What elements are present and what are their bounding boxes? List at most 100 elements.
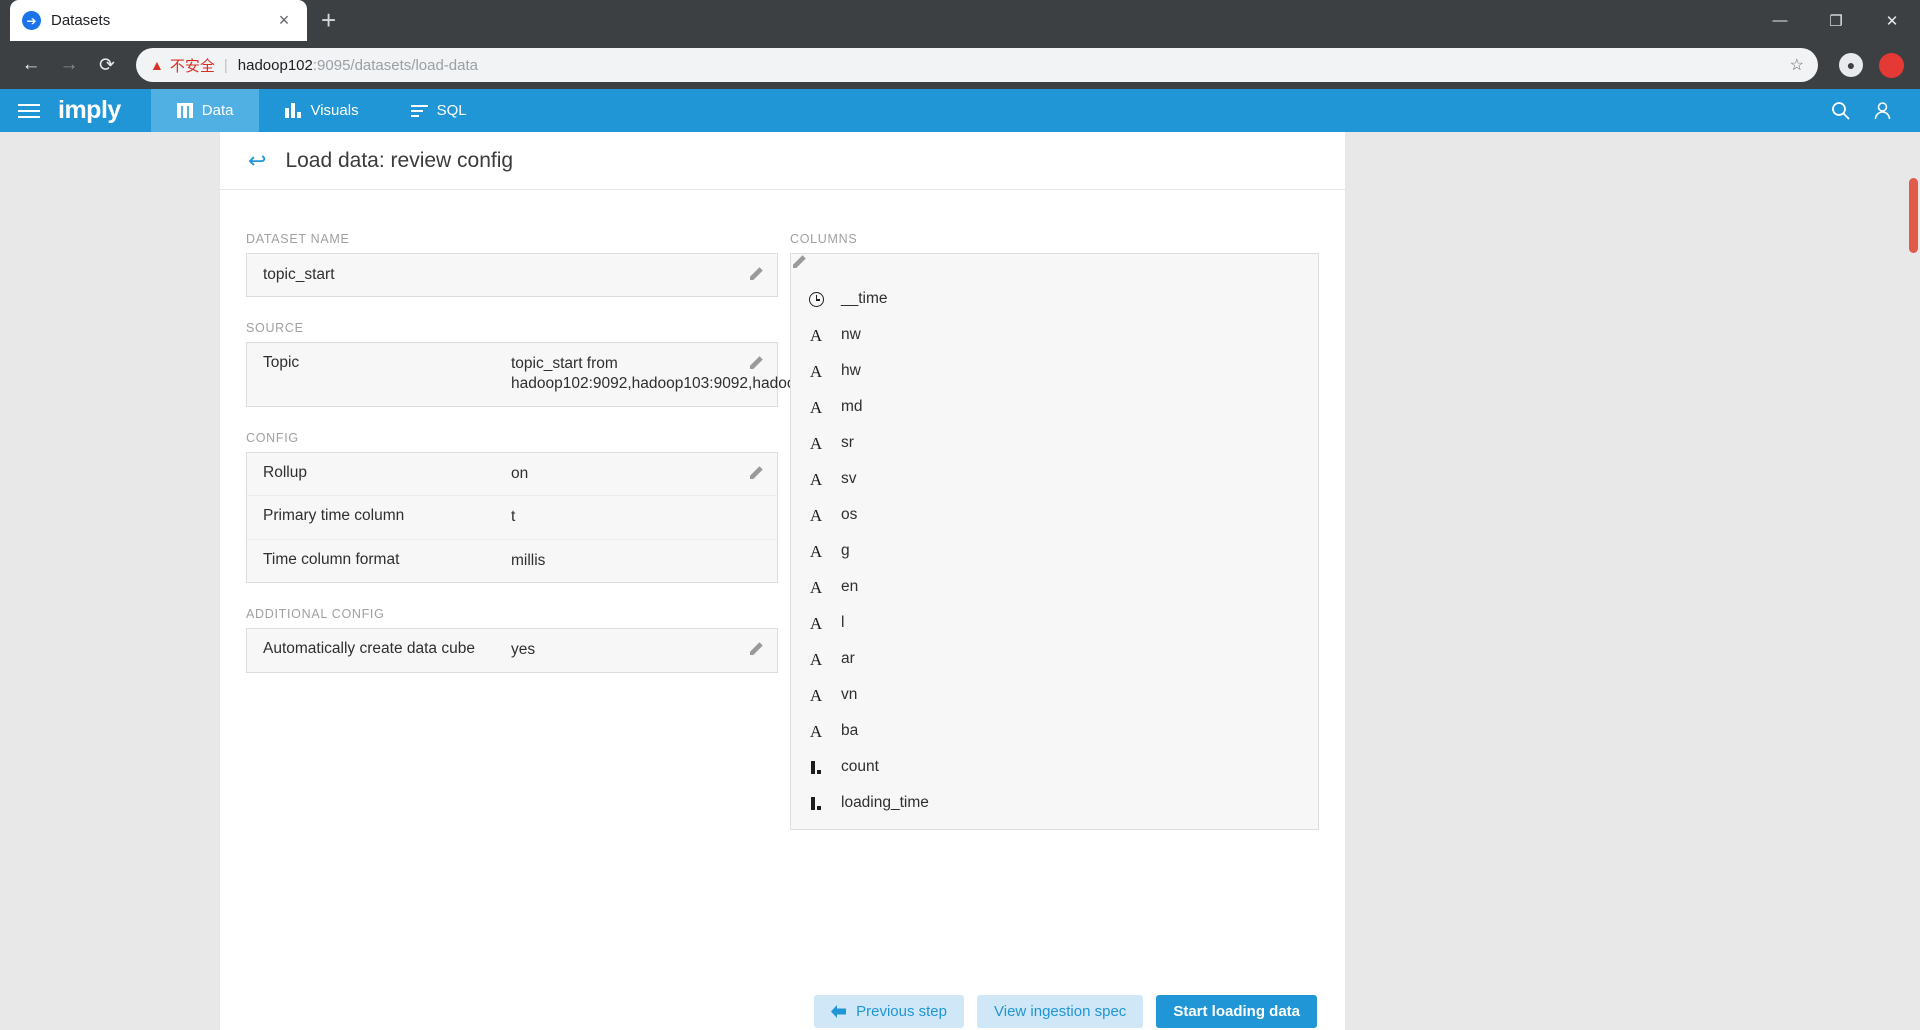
card-body: DATASET NAME topic_start SOURCE Topic to… xyxy=(220,190,1345,830)
account-icon[interactable] xyxy=(1864,93,1900,129)
column-name: hw xyxy=(841,362,861,379)
pencil-icon[interactable] xyxy=(748,465,764,481)
new-tab-button[interactable]: + xyxy=(321,7,336,41)
string-type-icon: A xyxy=(809,721,823,741)
back-button[interactable]: ← xyxy=(12,46,50,84)
clock-icon xyxy=(807,291,825,307)
dataset-name-label: DATASET NAME xyxy=(246,232,350,246)
column-name: __time xyxy=(841,290,888,307)
string-type-icon: A xyxy=(809,505,823,525)
column-name: g xyxy=(841,542,850,559)
column-row[interactable]: Anw xyxy=(791,317,1318,353)
tab-title: Datasets xyxy=(51,12,111,29)
page-scrollbar[interactable] xyxy=(1906,132,1920,1030)
person-icon: ● xyxy=(1839,53,1863,77)
back-arrow-icon[interactable]: ↩ xyxy=(248,149,266,172)
address-bar[interactable]: ▲ 不安全 | hadoop102:9095/datasets/load-dat… xyxy=(136,48,1818,82)
column-row[interactable]: loading_time xyxy=(791,785,1318,821)
nav-item-visuals[interactable]: Visuals xyxy=(259,89,384,132)
additional-config-row-value: yes xyxy=(511,641,536,659)
nav-item-sql[interactable]: SQL xyxy=(385,89,493,132)
nav-item-visuals-label: Visuals xyxy=(310,102,359,119)
column-row[interactable]: Al xyxy=(791,605,1318,641)
hamburger-icon[interactable] xyxy=(0,103,58,118)
additional-config-row: Automatically create data cube yes xyxy=(247,629,777,671)
config-row: Time column format millis xyxy=(247,538,777,582)
config-row-value: on xyxy=(511,464,529,482)
string-type-icon: A xyxy=(809,325,823,345)
arrow-left-icon xyxy=(831,1005,847,1018)
profile-button[interactable]: ● xyxy=(1834,48,1868,82)
pencil-icon[interactable] xyxy=(748,641,764,657)
start-loading-data-label: Start loading data xyxy=(1173,1003,1300,1020)
column-name: count xyxy=(841,758,879,775)
bookmark-star-icon[interactable]: ☆ xyxy=(1790,55,1804,75)
column-row[interactable]: Aen xyxy=(791,569,1318,605)
card-header: ↩ Load data: review config xyxy=(220,132,1345,190)
nav-item-sql-label: SQL xyxy=(436,102,467,119)
column-name: vn xyxy=(841,686,858,703)
browser-toolbar: ← → ⟳ ▲ 不安全 | hadoop102:9095/datasets/lo… xyxy=(0,41,1920,89)
column-row[interactable]: Asr xyxy=(791,425,1318,461)
column-name: sv xyxy=(841,470,857,487)
column-row[interactable]: Aba xyxy=(791,713,1318,749)
app-brand-logo: imply xyxy=(58,96,121,124)
column-name: sr xyxy=(841,434,854,451)
column-row[interactable]: Aar xyxy=(791,641,1318,677)
column-row[interactable]: __time xyxy=(791,281,1318,317)
pencil-icon[interactable] xyxy=(748,355,764,371)
not-secure-label: 不安全 xyxy=(169,57,215,75)
nav-item-data[interactable]: Data xyxy=(150,89,260,132)
window-close-button[interactable]: ✕ xyxy=(1864,0,1920,41)
pencil-icon[interactable] xyxy=(791,255,807,274)
address-separator: | xyxy=(223,56,228,74)
column-name: nw xyxy=(841,326,861,343)
view-ingestion-spec-label: View ingestion spec xyxy=(994,1003,1127,1020)
string-type-icon: A xyxy=(809,433,823,453)
tab-close-icon[interactable]: × xyxy=(273,10,295,31)
column-row[interactable]: Amd xyxy=(791,389,1318,425)
table-icon xyxy=(176,103,193,118)
load-data-card: ↩ Load data: review config DATASET NAME … xyxy=(220,132,1345,977)
bar-chart-icon xyxy=(285,103,302,118)
string-type-icon: A xyxy=(809,397,823,417)
column-row[interactable]: Aos xyxy=(791,497,1318,533)
forward-button[interactable]: → xyxy=(50,46,88,84)
extension-button[interactable] xyxy=(1874,48,1908,82)
view-ingestion-spec-button[interactable]: View ingestion spec xyxy=(977,995,1144,1028)
search-icon[interactable] xyxy=(1822,93,1858,129)
column-row[interactable]: count xyxy=(791,749,1318,785)
page-title: Load data: review config xyxy=(285,148,514,172)
column-name: ba xyxy=(841,722,859,739)
window-minimize-button[interactable]: — xyxy=(1752,0,1808,41)
columns-label: COLUMNS xyxy=(790,232,858,246)
config-label: CONFIG xyxy=(246,430,299,445)
address-url-host: hadoop102 xyxy=(237,56,313,74)
app-bar-actions xyxy=(1822,93,1920,129)
address-url-path: :9095/datasets/load-data xyxy=(312,56,478,74)
previous-step-button[interactable]: Previous step xyxy=(814,995,964,1028)
column-row[interactable]: Ag xyxy=(791,533,1318,569)
config-row-value: millis xyxy=(511,551,546,569)
source-row-key: Topic xyxy=(263,354,300,371)
not-secure-warning-icon: ▲ xyxy=(150,57,164,73)
source-label: SOURCE xyxy=(246,321,304,335)
column-row[interactable]: Avn xyxy=(791,677,1318,713)
string-type-icon: A xyxy=(809,541,823,561)
card-footer: Previous step View ingestion spec Start … xyxy=(220,977,1345,1030)
start-loading-data-button[interactable]: Start loading data xyxy=(1156,995,1317,1028)
dataset-name-value: topic_start xyxy=(263,266,335,283)
column-name: loading_time xyxy=(841,794,929,811)
right-column: COLUMNS __time Anw Ahw Amd Asr Asv Aos Ag Aen Al A… xyxy=(790,232,1319,830)
tab-strip: ➔ Datasets × + — ❐ ✕ xyxy=(0,0,1920,41)
browser-tab[interactable]: ➔ Datasets × xyxy=(10,0,307,41)
nav-item-data-label: Data xyxy=(201,102,234,119)
string-type-icon: A xyxy=(809,361,823,381)
window-maximize-button[interactable]: ❐ xyxy=(1808,0,1864,41)
string-type-icon: A xyxy=(809,685,823,705)
pencil-icon[interactable] xyxy=(748,266,764,282)
column-row[interactable]: Ahw xyxy=(791,353,1318,389)
column-row[interactable]: Asv xyxy=(791,461,1318,497)
page-scrollbar-thumb[interactable] xyxy=(1909,178,1918,253)
reload-button[interactable]: ⟳ xyxy=(88,46,126,84)
